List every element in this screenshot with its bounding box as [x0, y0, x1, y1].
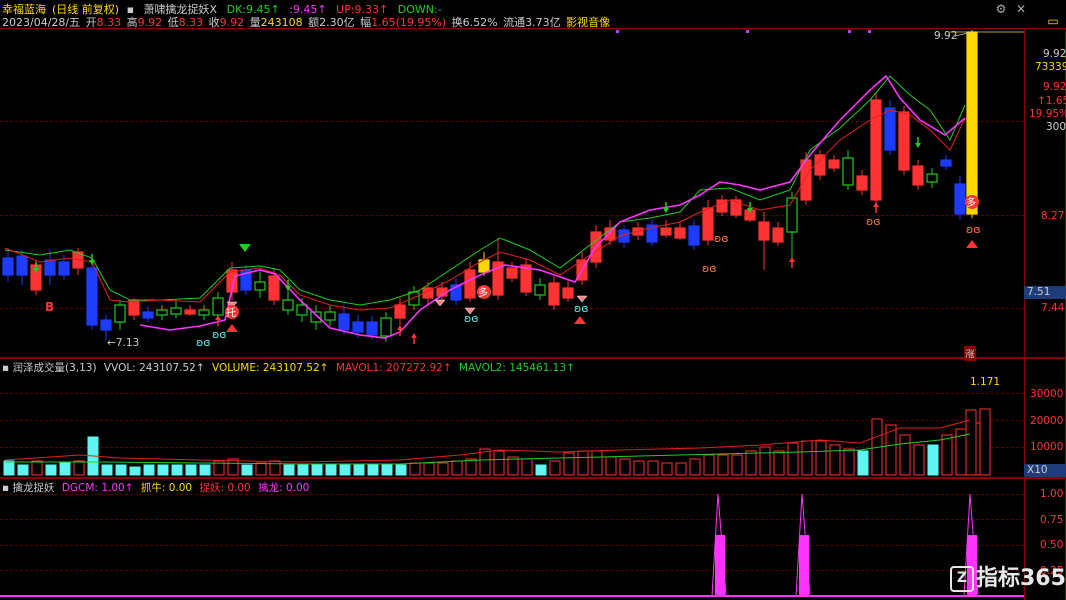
- price-axis-value-3: 9.92: [1043, 81, 1066, 93]
- price-axis-value-6: 300: [1046, 121, 1066, 133]
- volume-axis-1: 30000: [1030, 388, 1064, 400]
- watermark-text: 指标365: [976, 566, 1066, 591]
- volume-axis-3: 10000: [1030, 441, 1064, 453]
- volume-axis-2: 20000: [1030, 415, 1064, 427]
- volume-unit: X10: [1024, 464, 1066, 477]
- price-axis-value-5: 19.95%: [1029, 108, 1066, 120]
- logo-icon: Z: [950, 566, 974, 592]
- price-current-box: 7.51: [1024, 286, 1066, 299]
- dgcm-bar: [715, 535, 725, 596]
- dgcm-bar: [799, 535, 809, 596]
- price-axis-value-1: 9.92: [1043, 48, 1066, 60]
- price-axis-value-2: 73339: [1035, 61, 1066, 73]
- dragon-axis-2: 0.75: [1040, 514, 1064, 526]
- watermark-logo: Z 指标365: [950, 560, 1066, 592]
- dragon-axis-1: 1.00: [1040, 488, 1064, 500]
- price-axis-low-label: 7.44: [1041, 302, 1065, 314]
- dragon-axis-3: 0.50: [1040, 539, 1064, 551]
- price-axis-value-4: ↑1.65: [1037, 95, 1066, 107]
- price-axis-mid-label: 8.27: [1041, 210, 1065, 222]
- expand-icon[interactable]: ▭: [1046, 14, 1060, 28]
- dragon-chart[interactable]: [0, 0, 1024, 600]
